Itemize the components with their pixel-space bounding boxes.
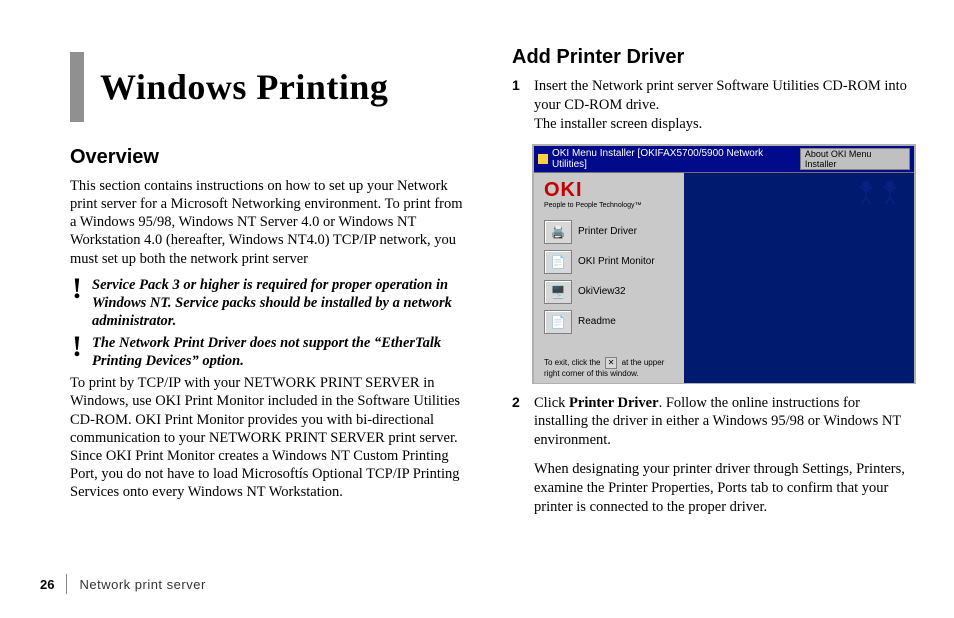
app-icon bbox=[538, 154, 548, 164]
exclamation-icon: ! bbox=[70, 334, 84, 370]
document-icon: 📄 bbox=[544, 310, 572, 334]
exclamation-icon: ! bbox=[70, 276, 84, 330]
installer-exit-hint: To exit, click the ✕ at the upper right … bbox=[544, 357, 674, 378]
about-button[interactable]: About OKI Menu Installer bbox=[800, 148, 910, 170]
overview-paragraph-1: This section contains instructions on ho… bbox=[70, 177, 472, 268]
step-2a-pre: Click bbox=[534, 395, 569, 411]
important-note-1: ! Service Pack 3 or higher is required f… bbox=[70, 276, 472, 330]
installer-item-label: Printer Driver bbox=[578, 226, 637, 237]
installer-item-label: Readme bbox=[578, 316, 616, 327]
book-title: Network print server bbox=[79, 577, 205, 592]
left-column: Windows Printing Overview This section c… bbox=[70, 40, 472, 560]
step-1: 1 Insert the Network print server Softwa… bbox=[512, 77, 914, 134]
installer-main-panel bbox=[684, 173, 914, 383]
step-2b: When designating your printer driver thr… bbox=[534, 461, 905, 515]
step-1-body: Insert the Network print server Software… bbox=[534, 77, 914, 134]
footer-separator bbox=[66, 574, 67, 594]
step-1-line-a: Insert the Network print server Software… bbox=[534, 78, 907, 113]
installer-titlebar: OKI Menu Installer [OKIFAX5700/5900 Netw… bbox=[534, 146, 914, 173]
installer-title-text: OKI Menu Installer [OKIFAX5700/5900 Netw… bbox=[552, 148, 800, 170]
printer-icon: 🖨️ bbox=[544, 220, 572, 244]
installer-sidebar: OKI People to People Technology™ 🖨️ Prin… bbox=[534, 173, 684, 383]
installer-item-okiview[interactable]: 🖥️ OkiView32 bbox=[544, 280, 674, 304]
chapter-title-text: Windows Printing bbox=[100, 66, 388, 108]
add-printer-heading: Add Printer Driver bbox=[512, 46, 914, 69]
installer-screenshot: OKI Menu Installer [OKIFAX5700/5900 Netw… bbox=[532, 144, 916, 384]
close-icon: ✕ bbox=[605, 357, 618, 369]
installer-item-print-monitor[interactable]: 📄 OKI Print Monitor bbox=[544, 250, 674, 274]
note-1-text: Service Pack 3 or higher is required for… bbox=[92, 276, 472, 330]
step-2: 2 Click Printer Driver. Follow the onlin… bbox=[512, 394, 914, 517]
installer-item-label: OKI Print Monitor bbox=[578, 256, 655, 267]
note-2-text: The Network Print Driver does not suppor… bbox=[92, 334, 472, 370]
step-1-line-b: The installer screen displays. bbox=[534, 116, 702, 132]
page-number: 26 bbox=[40, 577, 54, 592]
chapter-accent-bar bbox=[70, 52, 84, 122]
important-note-2: ! The Network Print Driver does not supp… bbox=[70, 334, 472, 370]
step-2-body: Click Printer Driver. Follow the online … bbox=[534, 394, 914, 517]
overview-heading: Overview bbox=[70, 146, 472, 169]
oki-logo: OKI bbox=[544, 179, 674, 202]
document-icon: 📄 bbox=[544, 250, 572, 274]
people-figures-icon bbox=[856, 179, 904, 205]
two-column-layout: Windows Printing Overview This section c… bbox=[70, 40, 914, 560]
step-2a-bold: Printer Driver bbox=[569, 395, 659, 411]
overview-paragraph-2: To print by TCP/IP with your NETWORK PRI… bbox=[70, 374, 472, 501]
step-number: 1 bbox=[512, 77, 524, 134]
chapter-heading: Windows Printing bbox=[70, 52, 472, 122]
installer-body: OKI People to People Technology™ 🖨️ Prin… bbox=[534, 173, 914, 383]
page-footer: 26 Network print server bbox=[40, 574, 206, 594]
installer-item-label: OkiView32 bbox=[578, 286, 626, 297]
oki-tagline: People to People Technology™ bbox=[544, 202, 674, 209]
page: Windows Printing Overview This section c… bbox=[0, 0, 954, 618]
right-column: Add Printer Driver 1 Insert the Network … bbox=[512, 40, 914, 560]
monitor-icon: 🖥️ bbox=[544, 280, 572, 304]
step-number: 2 bbox=[512, 394, 524, 517]
exit-hint-pre: To exit, click the bbox=[544, 358, 603, 367]
installer-item-printer-driver[interactable]: 🖨️ Printer Driver bbox=[544, 220, 674, 244]
installer-item-readme[interactable]: 📄 Readme bbox=[544, 310, 674, 334]
